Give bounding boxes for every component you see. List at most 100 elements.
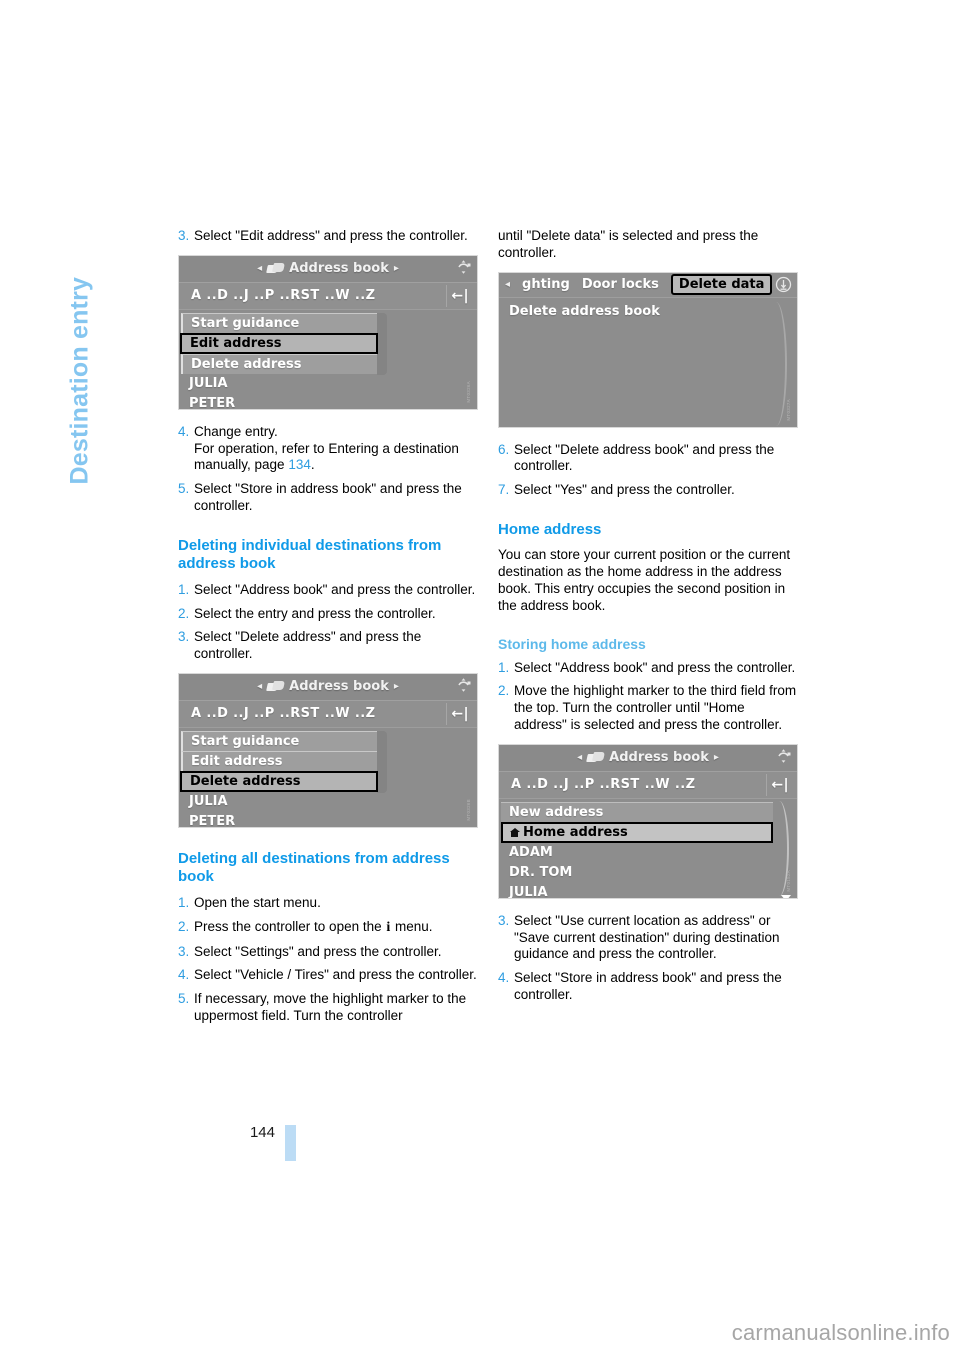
address-book-icon <box>267 681 284 692</box>
list-item: PETER <box>189 395 236 410</box>
step-number: 4. <box>498 970 510 986</box>
step-number: 7. <box>498 482 510 498</box>
section-heading-home-address: Home address <box>498 520 602 538</box>
tab-lighting[interactable]: ghting <box>522 277 570 292</box>
continuation-paragraph: until "Delete data" is selected and pres… <box>498 228 759 260</box>
list-item: DR. TOM <box>509 864 573 880</box>
da-step-4: 4. Select "Vehicle / Tires" and press th… <box>178 967 478 984</box>
di-step-2: 2. Select the entry and press the contro… <box>178 606 478 623</box>
idrive-body: Delete address book <box>499 297 797 427</box>
figure-code: MT0326A <box>466 381 471 403</box>
idrive-title: Address book <box>289 679 389 695</box>
step-number: 2. <box>178 605 190 621</box>
figure-code: MT0152A <box>786 870 791 892</box>
chapter-title: Destination entry <box>0 0 94 540</box>
idrive-alpha-bar: A ..D ..J ..P ..RST ..W ..Z ←| <box>179 700 477 728</box>
page-number: 144 <box>249 1124 275 1141</box>
step-text: Select "Vehicle / Tires" and press the c… <box>194 967 477 983</box>
step-number: 6. <box>498 441 510 457</box>
prev-arrow-icon: ◂ <box>505 279 511 291</box>
step-text: Move the highlight marker to the third f… <box>514 683 797 733</box>
right-column: until "Delete data" is selected and pres… <box>498 228 798 1011</box>
popup-shadow <box>377 312 387 375</box>
alpha-divider <box>766 773 767 796</box>
sh-step-2: 2. Move the highlight marker to the thir… <box>498 683 798 733</box>
step-number: 5. <box>178 481 190 497</box>
address-book-icon <box>267 263 284 274</box>
alpha-range-label: A ..D ..J ..P ..RST ..W ..Z <box>191 288 376 304</box>
subsection-heading-storing-home-address: Storing home address <box>498 635 646 652</box>
step-number: 1. <box>178 581 190 597</box>
step-text: If necessary, move the highlight marker … <box>194 991 467 1023</box>
next-arrow-icon: ▸ <box>393 681 399 693</box>
di-step-1: 1. Select "Address book" and press the c… <box>178 582 478 599</box>
idrive-list: New address Home address ADAM DR. TOM JU… <box>499 798 797 899</box>
list-item: ADAM <box>509 844 553 860</box>
page-reference[interactable]: 134 <box>288 457 311 472</box>
back-arrow-icon: ←| <box>451 287 469 304</box>
figure-code: MT0326B <box>466 799 471 821</box>
step-text-suffix: menu. <box>391 918 433 934</box>
idrive-screenshot-home-address: ◂ Address book ▸ A ..D ..J ..P ..RST ..W… <box>498 743 798 899</box>
prev-arrow-icon: ◂ <box>257 263 263 275</box>
alpha-divider <box>446 702 447 725</box>
left-column: 3. Select "Edit address" and press the c… <box>178 228 478 1032</box>
tab-delete-data-selected[interactable]: Delete data <box>670 274 773 296</box>
step-number: 3. <box>178 629 190 645</box>
step-text-line1: Change entry. <box>194 423 278 439</box>
step-5: 5. Select "Store in address book" and pr… <box>178 481 478 515</box>
idrive-alpha-bar: A ..D ..J ..P ..RST ..W ..Z ←| <box>179 282 477 310</box>
step-4: 4. Change entry. For operation, refer to… <box>178 424 478 474</box>
step-number: 2. <box>178 918 190 934</box>
alpha-range-label: A ..D ..J ..P ..RST ..W ..Z <box>191 706 376 722</box>
home-icon <box>510 827 520 837</box>
list-item: Start guidance <box>181 312 377 333</box>
list-item: Delete address <box>181 353 377 374</box>
step-text: Select "Use current location as address"… <box>514 912 780 962</box>
address-book-icon <box>587 752 604 763</box>
step-text: Select "Settings" and press the controll… <box>194 943 442 959</box>
idrive-list: Start guidance Edit address Delete addre… <box>179 727 477 827</box>
prev-arrow-icon: ◂ <box>577 752 583 764</box>
list-item-new-address: New address <box>501 801 773 822</box>
da-step-3: 3. Select "Settings" and press the contr… <box>178 944 478 961</box>
sh-step-4: 4. Select "Store in address book" and pr… <box>498 970 798 1004</box>
alpha-divider <box>446 284 447 307</box>
idrive-title-bar: ◂ Address book ▸ <box>179 255 477 283</box>
manual-page: Destination entry 3. Select "Edit addres… <box>0 0 960 1358</box>
step-text: Select "Address book" and press the cont… <box>194 581 476 597</box>
step-text-prefix: Press the controller to open the <box>194 918 386 934</box>
step-text: Select "Delete address book" and press t… <box>514 441 775 474</box>
step-number: 3. <box>498 912 510 928</box>
info-circle-icon <box>774 276 792 294</box>
step-text: Select "Address book" and press the cont… <box>514 659 796 675</box>
idrive-title-bar: ◂ Address book ▸ <box>179 673 477 701</box>
rotate-controller-icon <box>774 748 792 766</box>
list-item-home-address-selected: Home address <box>501 821 773 843</box>
step-number: 4. <box>178 967 190 983</box>
sh-step-1: 1. Select "Address book" and press the c… <box>498 660 798 677</box>
step-text-line2: For operation, refer to Entering a desti… <box>194 440 459 473</box>
sh-step-3: 3. Select "Use current location as addre… <box>498 913 798 963</box>
idrive-title: Address book <box>289 261 389 277</box>
list-item-label: Home address <box>523 824 628 840</box>
step-number: 3. <box>178 228 190 243</box>
list-item: Edit address <box>181 750 377 771</box>
step-text: Open the start menu. <box>194 894 321 910</box>
figure-code: MT0327A <box>786 398 791 421</box>
prev-arrow-icon: ◂ <box>257 681 263 693</box>
step-text-line3: . <box>310 457 315 473</box>
step-number: 5. <box>178 991 190 1007</box>
rotate-controller-icon <box>454 259 472 277</box>
list-item: JULIA <box>509 884 548 899</box>
da-step-2: 2. Press the controller to open the i me… <box>178 919 478 937</box>
da-step-7: 7. Select "Yes" and press the controller… <box>498 482 798 499</box>
idrive-alpha-bar: A ..D ..J ..P ..RST ..W ..Z ←| <box>499 771 797 799</box>
section-heading-delete-all: Deleting all destinations from address b… <box>178 849 450 886</box>
step-text: Select "Store in address book" and press… <box>194 481 462 513</box>
next-arrow-icon: ▸ <box>393 263 399 275</box>
rotate-controller-icon <box>454 677 472 695</box>
idrive-screenshot-edit-address: ◂ Address book ▸ A ..D ..J ..P ..RST ..W… <box>178 254 478 410</box>
back-arrow-icon: ←| <box>771 776 789 793</box>
tab-door-locks[interactable]: Door locks <box>582 277 659 292</box>
